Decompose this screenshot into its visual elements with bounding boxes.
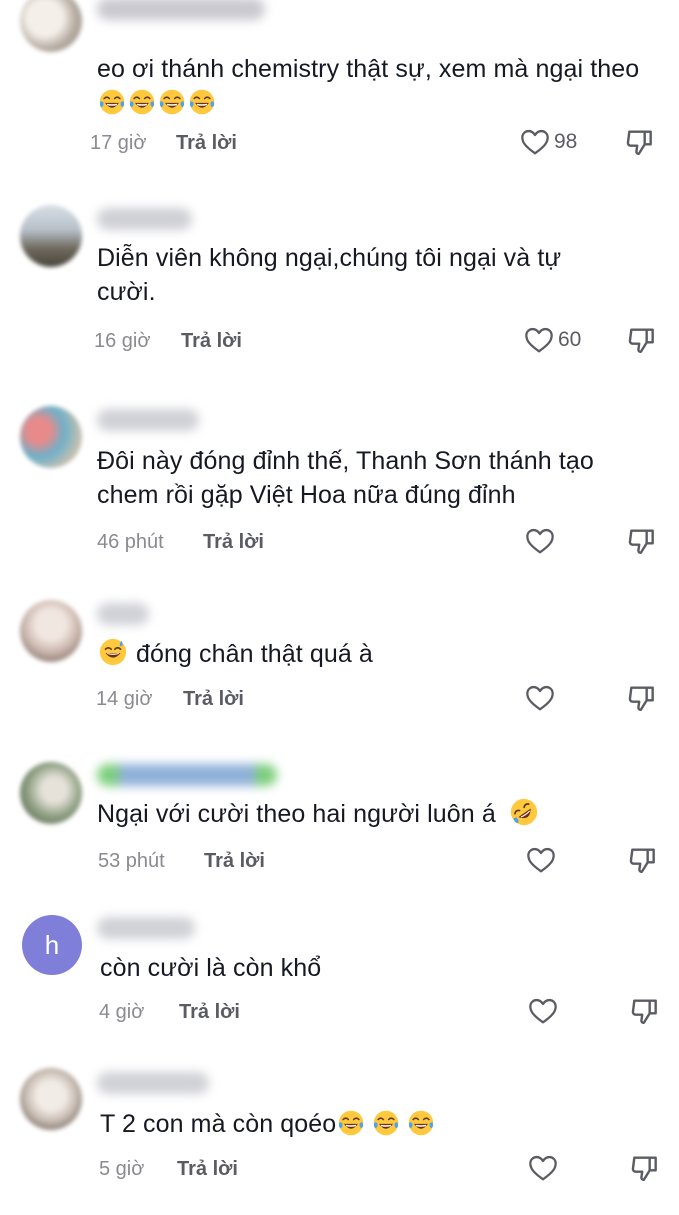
comment-time: 17 giờ	[90, 132, 147, 154]
avatar[interactable]	[20, 406, 82, 468]
avatar[interactable]	[20, 600, 82, 662]
avatar[interactable]	[20, 0, 82, 52]
avatar-letter: h	[44, 929, 60, 960]
thumbs-down-icon[interactable]	[626, 325, 658, 357]
comment-text: Diễn viên không ngại,chúng tôi ngại và t…	[97, 244, 562, 306]
thumbs-down-icon[interactable]	[624, 127, 656, 159]
comment-time: 5 giờ	[99, 1158, 145, 1180]
comment-text: Đôi này đóng đỉnh thế, Thanh Sơn thánh t…	[97, 447, 594, 509]
comment-time: 53 phút	[98, 850, 165, 872]
heart-icon	[526, 1152, 560, 1184]
like-button[interactable]	[524, 844, 558, 876]
reply-button[interactable]: Trả lời	[183, 688, 244, 711]
like-button[interactable]: 60	[522, 324, 581, 356]
reply-button[interactable]: Trả lời	[177, 1158, 238, 1181]
comment-text-body: Ngại với cười theo hai người luôn á	[97, 800, 496, 828]
like-count: 98	[554, 130, 578, 153]
username[interactable]	[97, 409, 199, 431]
thumbs-down-icon[interactable]	[629, 996, 661, 1028]
heart-icon	[523, 682, 557, 714]
username[interactable]	[97, 1072, 209, 1094]
username[interactable]	[97, 208, 192, 230]
avatar[interactable]	[20, 205, 82, 267]
thumbs-down-icon[interactable]	[626, 683, 658, 715]
like-button[interactable]	[526, 1152, 560, 1184]
thumbs-down-icon[interactable]	[629, 1153, 661, 1185]
like-button[interactable]: 98	[518, 126, 577, 158]
comment-text-body: eo ơi thánh chemistry thật sự, xem mà ng…	[97, 55, 640, 83]
reply-button[interactable]: Trả lời	[204, 850, 265, 873]
tears-of-joy-emoji	[128, 88, 156, 116]
avatar[interactable]: h	[22, 915, 82, 975]
username[interactable]	[97, 603, 149, 625]
reply-button[interactable]: Trả lời	[179, 1001, 240, 1024]
comment-text: eo ơi thánh chemistry thật sự, xem mà ng…	[97, 52, 657, 120]
comment-text-body: đóng chân thật quá à	[136, 640, 373, 668]
reply-button[interactable]: Trả lời	[203, 531, 264, 554]
like-button[interactable]	[523, 682, 557, 714]
username[interactable]	[97, 0, 265, 20]
tears-of-joy-emoji	[188, 88, 216, 116]
username[interactable]	[97, 764, 277, 786]
avatar[interactable]	[20, 762, 82, 824]
reply-button[interactable]: Trả lời	[181, 330, 242, 353]
comment-text: T 2 con mà còn qoéo	[100, 1107, 660, 1141]
avatar[interactable]	[20, 1068, 82, 1130]
reply-button[interactable]: Trả lời	[176, 132, 237, 155]
comment-text: Ngại với cười theo hai người luôn á	[97, 797, 657, 831]
heart-icon	[524, 844, 558, 876]
thumbs-down-icon[interactable]	[626, 526, 658, 558]
comment-time: 4 giờ	[99, 1001, 145, 1023]
like-count: 60	[558, 328, 582, 351]
rolling-laughing-emoji	[509, 797, 539, 827]
heart-icon	[523, 525, 557, 557]
like-button[interactable]	[526, 995, 560, 1027]
heart-icon	[522, 324, 556, 356]
comment-text: còn cười là còn khổ	[100, 954, 322, 982]
comment-time: 14 giờ	[96, 688, 153, 710]
thumbs-down-icon[interactable]	[627, 845, 659, 877]
comment-time: 46 phút	[97, 531, 164, 553]
tears-of-joy-emoji	[158, 88, 186, 116]
grinning-sweat-emoji	[98, 637, 128, 667]
tears-of-joy-emoji	[337, 1109, 365, 1137]
comment-text-body: T 2 con mà còn qoéo	[100, 1110, 337, 1138]
tears-of-joy-emoji	[372, 1109, 400, 1137]
comment-text: đóng chân thật quá à	[97, 637, 657, 671]
like-button[interactable]	[523, 525, 557, 557]
tears-of-joy-emoji	[407, 1109, 435, 1137]
heart-icon	[526, 995, 560, 1027]
tears-of-joy-emoji	[98, 88, 126, 116]
heart-icon	[518, 126, 552, 158]
username[interactable]	[97, 917, 195, 939]
comment-time: 16 giờ	[94, 330, 151, 352]
